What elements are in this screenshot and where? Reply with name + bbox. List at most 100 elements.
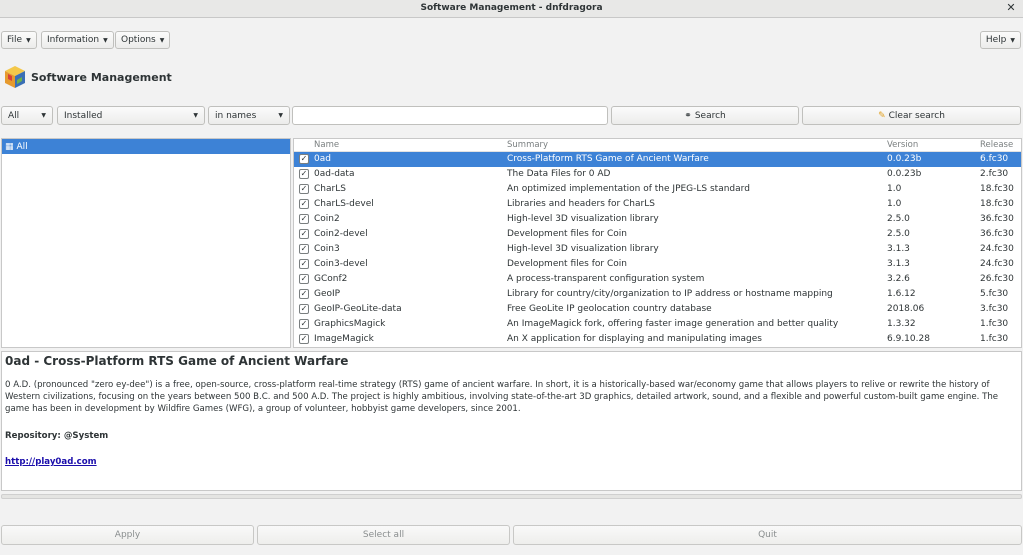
package-release-cell: 1.fc30	[980, 334, 1009, 344]
table-row[interactable]: ✓ Coin2 High-level 3D visualization librar…	[294, 212, 1021, 227]
clear-search-button[interactable]: ✎ Clear search	[802, 106, 1021, 125]
package-summary-cell: High-level 3D visualization library	[507, 214, 659, 224]
installed-checkbox[interactable]: ✓	[299, 259, 309, 269]
package-release-cell: 2.fc30	[980, 169, 1009, 179]
package-release-cell: 18.fc30	[980, 184, 1014, 194]
package-release-cell: 36.fc30	[980, 214, 1014, 224]
table-row[interactable]: ✓ CharLS An optimized implementation of th…	[294, 182, 1021, 197]
quit-button[interactable]: Quit	[513, 525, 1022, 545]
group-list: ▦ All	[1, 138, 291, 348]
column-header-name[interactable]: Name	[314, 140, 339, 150]
status-filter-value: Installed	[64, 110, 103, 121]
package-release-cell: 6.fc30	[980, 154, 1009, 164]
title-bar: Software Management - dnfdragora ✕	[0, 0, 1023, 18]
installed-checkbox[interactable]: ✓	[299, 154, 309, 164]
package-release-cell: 18.fc30	[980, 199, 1014, 209]
package-summary-cell: Development files for Coin	[507, 229, 627, 239]
installed-checkbox[interactable]: ✓	[299, 334, 309, 344]
details-repository: Repository: @System	[5, 431, 109, 441]
package-version-cell: 2.5.0	[887, 229, 910, 239]
package-version-cell: 0.0.23b	[887, 169, 922, 179]
package-name-cell: CharLS	[314, 184, 346, 194]
group-all-icon: ▦	[5, 141, 14, 152]
app-brand-name: Software Management	[31, 70, 172, 84]
package-version-cell: 1.6.12	[887, 289, 916, 299]
installed-checkbox[interactable]: ✓	[299, 274, 309, 284]
search-scope-combo[interactable]: in names ▼	[208, 106, 290, 125]
chevron-down-icon: ▼	[41, 112, 46, 119]
package-version-cell: 1.3.32	[887, 319, 916, 329]
package-name-cell: Coin2	[314, 214, 340, 224]
installed-checkbox[interactable]: ✓	[299, 184, 309, 194]
package-summary-cell: The Data Files for 0 AD	[507, 169, 611, 179]
package-summary-cell: Cross-Platform RTS Game of Ancient Warfa…	[507, 154, 709, 164]
package-release-cell: 24.fc30	[980, 259, 1014, 269]
table-row[interactable]: ✓ Coin2-devel Development files for Coin 2.…	[294, 227, 1021, 242]
table-row[interactable]: ✓ GeoIP-GeoLite-data Free GeoLite IP geolo…	[294, 302, 1021, 317]
status-filter-combo[interactable]: Installed ▼	[57, 106, 205, 125]
package-summary-cell: A process-transparent configuration syst…	[507, 274, 705, 284]
table-row[interactable]: ✓ GConf2 A process-transparent configurati…	[294, 272, 1021, 287]
column-header-release[interactable]: Release	[980, 140, 1013, 150]
installed-checkbox[interactable]: ✓	[299, 214, 309, 224]
select-all-button[interactable]: Select all	[257, 525, 510, 545]
details-url-link[interactable]: http://play0ad.com	[5, 457, 97, 467]
package-release-cell: 36.fc30	[980, 229, 1014, 239]
search-button-label: Search	[694, 110, 726, 121]
package-release-cell: 26.fc30	[980, 274, 1014, 284]
package-name-cell: CharLS-devel	[314, 199, 374, 209]
table-row[interactable]: ✓ ImageMagick An X application for display…	[294, 332, 1021, 347]
chevron-down-icon: ▼	[278, 112, 283, 119]
installed-checkbox[interactable]: ✓	[299, 319, 309, 329]
package-name-cell: 0ad	[314, 154, 331, 164]
package-logo-icon	[3, 64, 27, 90]
installed-checkbox[interactable]: ✓	[299, 244, 309, 254]
table-row[interactable]: ✓ Coin3-devel Development files for Coin 3.…	[294, 257, 1021, 272]
installed-checkbox[interactable]: ✓	[299, 304, 309, 314]
help-menu-label: Help	[985, 35, 1007, 45]
table-row[interactable]: ✓ 0ad-data The Data Files for 0 AD 0.0.23b 2…	[294, 167, 1021, 182]
close-icon[interactable]: ✕	[1005, 2, 1017, 14]
search-button[interactable]: ⚭ Search	[611, 106, 799, 125]
package-summary-cell: An X application for displaying and mani…	[507, 334, 762, 344]
package-version-cell: 1.0	[887, 184, 902, 194]
search-scope-value: in names	[215, 110, 257, 121]
package-version-cell: 2.5.0	[887, 214, 910, 224]
table-row[interactable]: ✓ CharLS-devel Libraries and headers for C…	[294, 197, 1021, 212]
installed-checkbox[interactable]: ✓	[299, 229, 309, 239]
table-row[interactable]: ✓ 0ad Cross-Platform RTS Game of Ancient W…	[294, 152, 1021, 167]
progress-bar	[1, 494, 1022, 499]
package-summary-cell: An optimized implementation of the JPEG-…	[507, 184, 750, 194]
table-body: ✓ 0ad Cross-Platform RTS Game of Ancient W…	[294, 152, 1021, 347]
table-row[interactable]: ✓ Coin3 High-level 3D visualization librar…	[294, 242, 1021, 257]
column-header-summary[interactable]: Summary	[507, 140, 548, 150]
package-summary-cell: Library for country/city/organization to…	[507, 289, 833, 299]
package-table: Name Summary Version Release ✓ 0ad Cross-P…	[293, 138, 1022, 348]
package-name-cell: GeoIP-GeoLite-data	[314, 304, 402, 314]
apply-button[interactable]: Apply	[1, 525, 254, 545]
table-row[interactable]: ✓ GeoIP Library for country/city/organizat…	[294, 287, 1021, 302]
package-details: 0ad - Cross-Platform RTS Game of Ancient…	[1, 351, 1022, 491]
package-summary-cell: Development files for Coin	[507, 259, 627, 269]
package-name-cell: ImageMagick	[314, 334, 374, 344]
help-menu-button[interactable]: Help ▼	[979, 31, 1021, 49]
group-item-all[interactable]: ▦ All	[2, 139, 290, 154]
installed-checkbox[interactable]: ✓	[299, 169, 309, 179]
file-menu-button[interactable]: File ▼	[1, 31, 37, 49]
package-summary-cell: Free GeoLite IP geolocation country data…	[507, 304, 712, 314]
package-version-cell: 1.0	[887, 199, 902, 209]
group-filter-combo[interactable]: All ▼	[1, 106, 53, 125]
search-input[interactable]	[292, 106, 608, 125]
package-version-cell: 0.0.23b	[887, 154, 922, 164]
chevron-down-icon: ▼	[26, 36, 31, 44]
column-header-version[interactable]: Version	[887, 140, 918, 150]
package-release-cell: 5.fc30	[980, 289, 1009, 299]
installed-checkbox[interactable]: ✓	[299, 289, 309, 299]
information-menu-button[interactable]: Information ▼	[41, 31, 114, 49]
options-menu-button[interactable]: Options ▼	[115, 31, 171, 49]
package-name-cell: Coin3-devel	[314, 259, 368, 269]
app-brand: Software Management	[3, 63, 172, 91]
installed-checkbox[interactable]: ✓	[299, 199, 309, 209]
package-name-cell: GraphicsMagick	[314, 319, 386, 329]
table-row[interactable]: ✓ GraphicsMagick An ImageMagick fork, offe…	[294, 317, 1021, 332]
